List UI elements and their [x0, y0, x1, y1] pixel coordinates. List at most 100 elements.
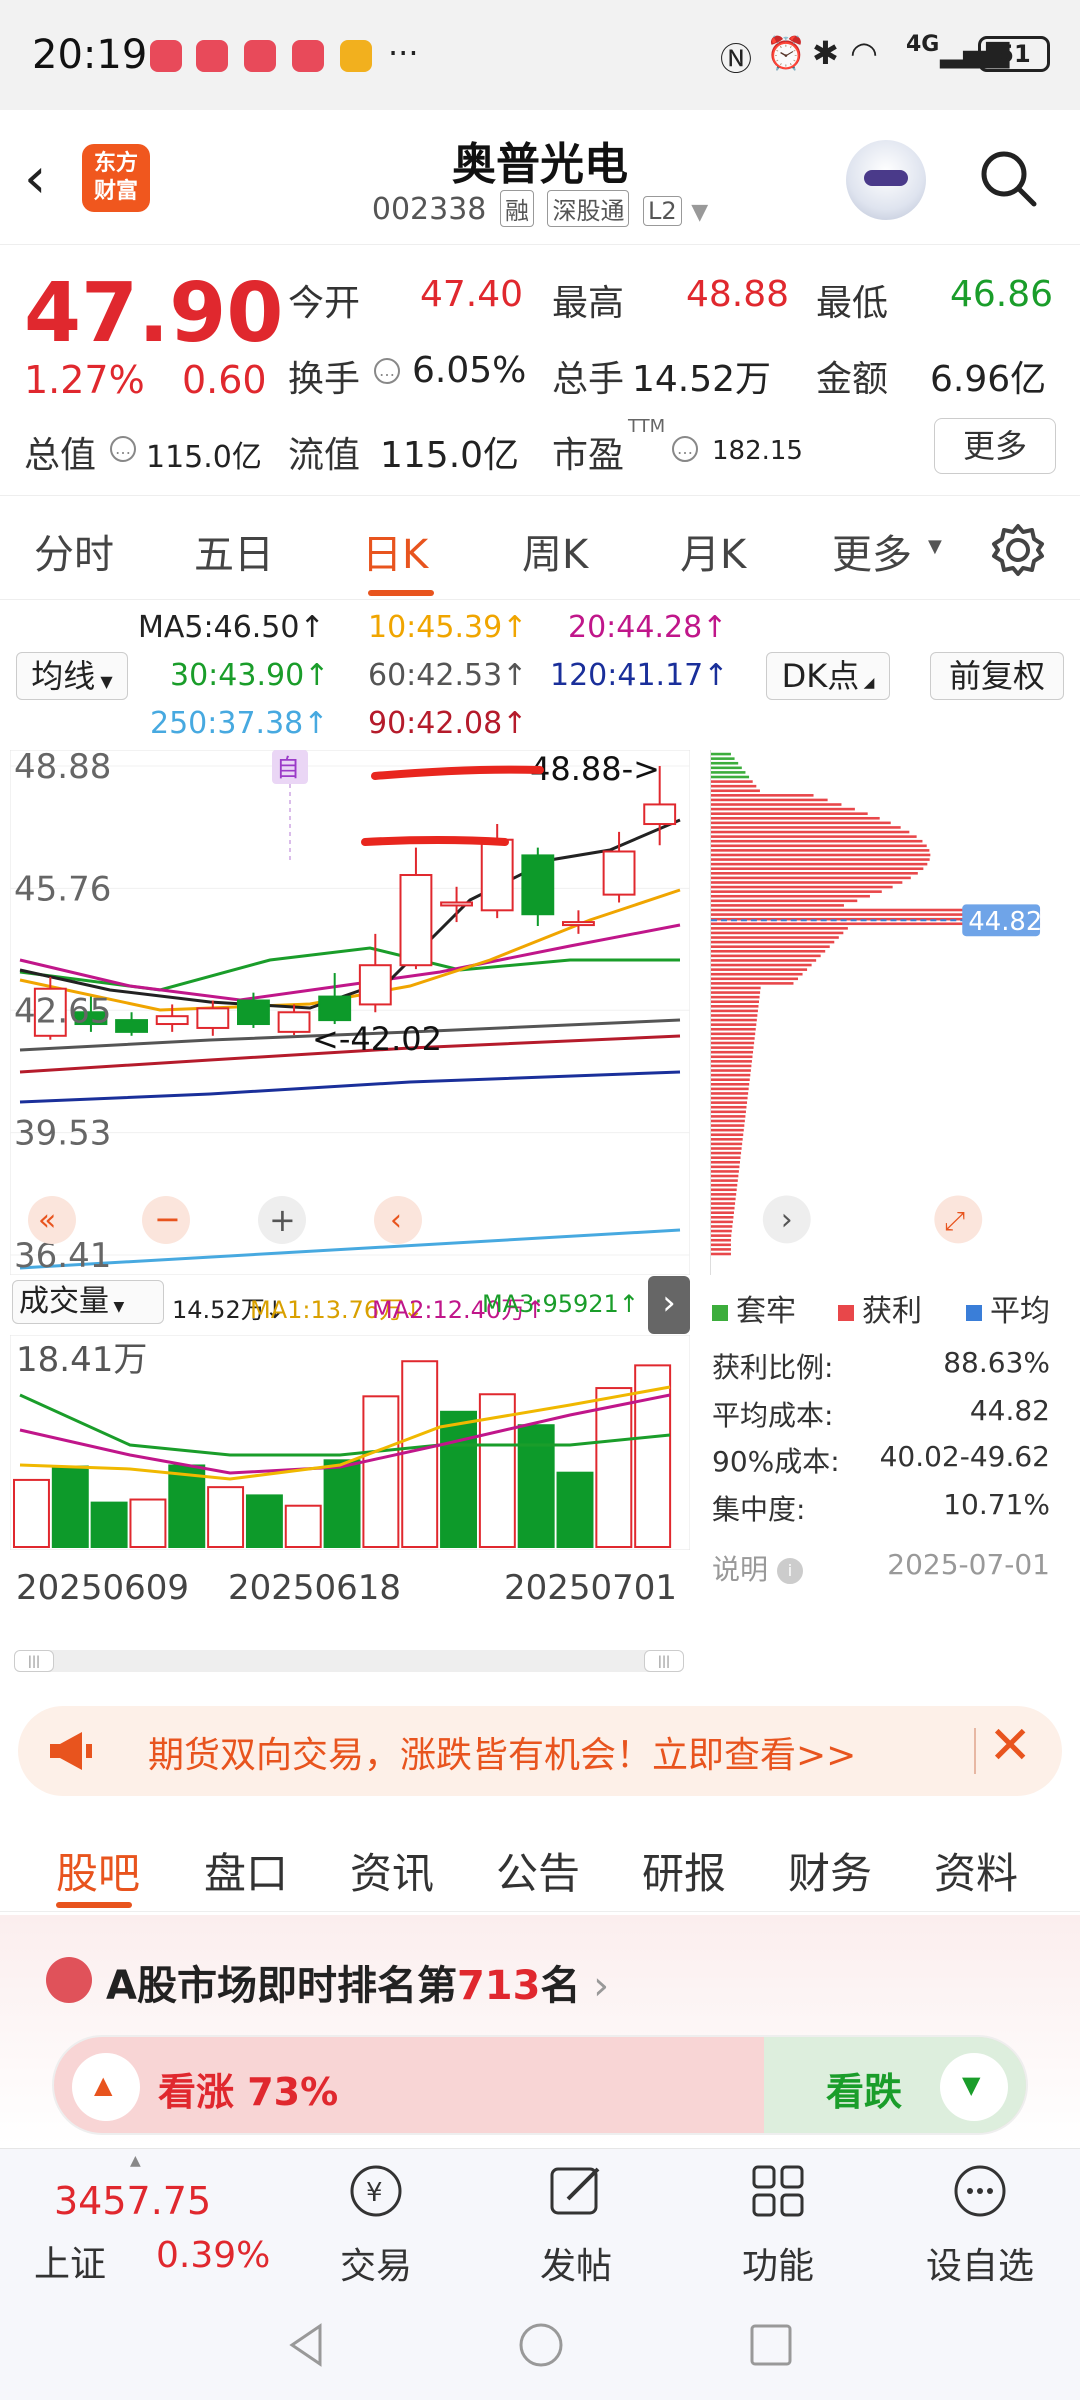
bluetooth-icon: ✱ [812, 34, 839, 72]
minus-icon: − [154, 1200, 181, 1238]
home-circle-icon[interactable] [516, 2320, 566, 2370]
info-icon[interactable]: … [672, 436, 698, 462]
search-icon[interactable] [978, 148, 1038, 208]
chevron-down-icon: ▼ [928, 536, 942, 557]
edit-icon [550, 2167, 600, 2215]
bottom-nav: 3457.75 上证 0.39% ▲ ¥ 交易 发帖 功能 设自选 [0, 2148, 1080, 2288]
candle-body [521, 854, 555, 916]
date-label-start: 20250609 [16, 1568, 190, 1608]
chip-bar [711, 1193, 737, 1196]
range-handle-left[interactable]: ||| [14, 1650, 54, 1672]
tab-research[interactable]: 研报 [642, 1840, 726, 1901]
adjust-button[interactable]: 前复权 [930, 652, 1064, 700]
chip-bar [711, 949, 826, 953]
expand-icon: ⤢ [944, 1206, 965, 1236]
chip-bar [711, 959, 817, 962]
nav-trade[interactable]: ¥ 交易 [306, 2149, 446, 2289]
chip-bar [711, 771, 746, 774]
chip-bar [711, 1215, 734, 1219]
caret-up-icon: ▲ [130, 2153, 141, 2169]
quote-panel: 47.90 1.27% 0.60 今开 47.40 最高 48.88 最低 46… [0, 246, 1080, 496]
status-bar: 20:19 ··· Ⓝ ⏰ ✱ ◠ 4G ▂▄▆ 51 [0, 0, 1080, 110]
bear-button[interactable]: ▼ [940, 2053, 1008, 2121]
dk-point-label: DK点 [781, 657, 860, 695]
indicator-select[interactable]: 均线 ▼ [16, 652, 128, 700]
volume-bar [595, 1387, 633, 1549]
chip-bar [711, 780, 753, 783]
chip-bar [711, 872, 918, 875]
more-button[interactable]: 更多 [934, 418, 1056, 474]
high-value: 48.88 [686, 274, 790, 315]
legend-profit: 获利 [838, 1286, 922, 1330]
chip-distribution-chart[interactable]: 44.82 › ⤢ [710, 750, 1050, 1275]
chip-bar [711, 1000, 760, 1004]
tab-announcements[interactable]: 公告 [496, 1840, 580, 1901]
assistant-robot-icon[interactable] [846, 140, 926, 220]
promo-banner[interactable]: 期货双向交易，涨跌皆有机会！立即查看>> ✕ [18, 1706, 1062, 1796]
dk-point-button[interactable]: DK点 ◢ [766, 652, 890, 700]
nav-post[interactable]: 发帖 [506, 2149, 646, 2289]
recents-square-icon[interactable] [746, 2320, 796, 2370]
volume-chart[interactable]: 18.41万 [10, 1335, 690, 1550]
chip-bar [711, 1009, 758, 1013]
marker-label: 自 [276, 754, 300, 782]
megaphone-icon [50, 1732, 92, 1770]
tab-more[interactable]: 更多 [832, 522, 912, 580]
chip-bar [711, 1197, 736, 1201]
nav-features[interactable]: 功能 [708, 2149, 848, 2289]
nav-features-label: 功能 [741, 2246, 814, 2287]
index-change: 0.39% [156, 2235, 271, 2276]
volume-indicator-select[interactable]: 成交量 ▼ [12, 1280, 164, 1324]
tab-five-day[interactable]: 五日 [194, 522, 274, 580]
tab-monthly-k[interactable]: 月K [680, 522, 746, 580]
tab-news[interactable]: 资讯 [350, 1840, 434, 1901]
tab-weekly-k[interactable]: 周K [522, 522, 588, 580]
chip-bar [711, 766, 742, 770]
tab-orderbook[interactable]: 盘口 [204, 1840, 288, 1901]
chip-bar [711, 1101, 748, 1104]
cost-90-value: 40.02-49.62 [879, 1440, 1050, 1473]
kline-chart[interactable]: 48.88 45.76 42.65 39.53 36.41 48.88-> <-42.0… [10, 750, 690, 1275]
tab-intraday[interactable]: 分时 [34, 522, 114, 580]
explain-link[interactable]: 说明 i [712, 1548, 803, 1588]
tab-daily-k[interactable]: 日K [362, 522, 428, 580]
volume-bar [556, 1471, 594, 1549]
gear-icon[interactable] [990, 522, 1046, 578]
legend-label: 平均 [990, 1294, 1050, 1329]
chip-bar [711, 1119, 745, 1123]
tab-forum[interactable]: 股吧 [56, 1840, 140, 1901]
chip-bar [711, 968, 808, 971]
range-handle-right[interactable]: ||| [644, 1650, 684, 1672]
volume-bar [362, 1395, 400, 1549]
chip-bar [711, 821, 891, 825]
chip-bar [711, 775, 750, 779]
low-value: 46.86 [950, 274, 1054, 315]
info-icon[interactable]: … [374, 358, 400, 384]
date-label-end: 20250701 [504, 1568, 678, 1608]
margin-tag: 融 [499, 190, 534, 227]
tab-finance[interactable]: 财务 [788, 1840, 872, 1901]
chip-bar [711, 1142, 743, 1146]
rank-text[interactable]: A股市场即时排名第713名 › [106, 1953, 609, 2011]
chip-bar [711, 1128, 744, 1132]
legend-label: 获利 [862, 1294, 922, 1329]
index-ticker[interactable]: 3457.75 上证 0.39% ▲ [0, 2149, 290, 2289]
ma60-label: 60:42.53↑ [368, 658, 528, 693]
nav-add-watchlist[interactable]: 设自选 [910, 2149, 1050, 2289]
pe-ttm-sup: TTM [628, 416, 666, 437]
chip-bar [711, 991, 761, 994]
chip-bar [711, 794, 814, 797]
legend-label: 套牢 [736, 1294, 796, 1329]
chart-range-scrollbar[interactable]: ||| ||| [14, 1650, 684, 1672]
close-icon[interactable]: ✕ [988, 1716, 1032, 1776]
rank-suffix: 名 [540, 1963, 581, 2009]
info-icon[interactable]: … [110, 436, 136, 462]
volume-bar [323, 1459, 361, 1548]
bull-button[interactable]: ▲ [72, 2053, 140, 2121]
tab-profile[interactable]: 资料 [934, 1840, 1018, 1901]
chip-bar [711, 977, 799, 981]
sentiment-bar: ▲ 看涨 73% 看跌 ▼ [52, 2035, 1028, 2135]
back-triangle-icon[interactable] [282, 2320, 332, 2370]
expand-panel-button[interactable]: › [648, 1276, 690, 1334]
app-icon [150, 40, 182, 72]
